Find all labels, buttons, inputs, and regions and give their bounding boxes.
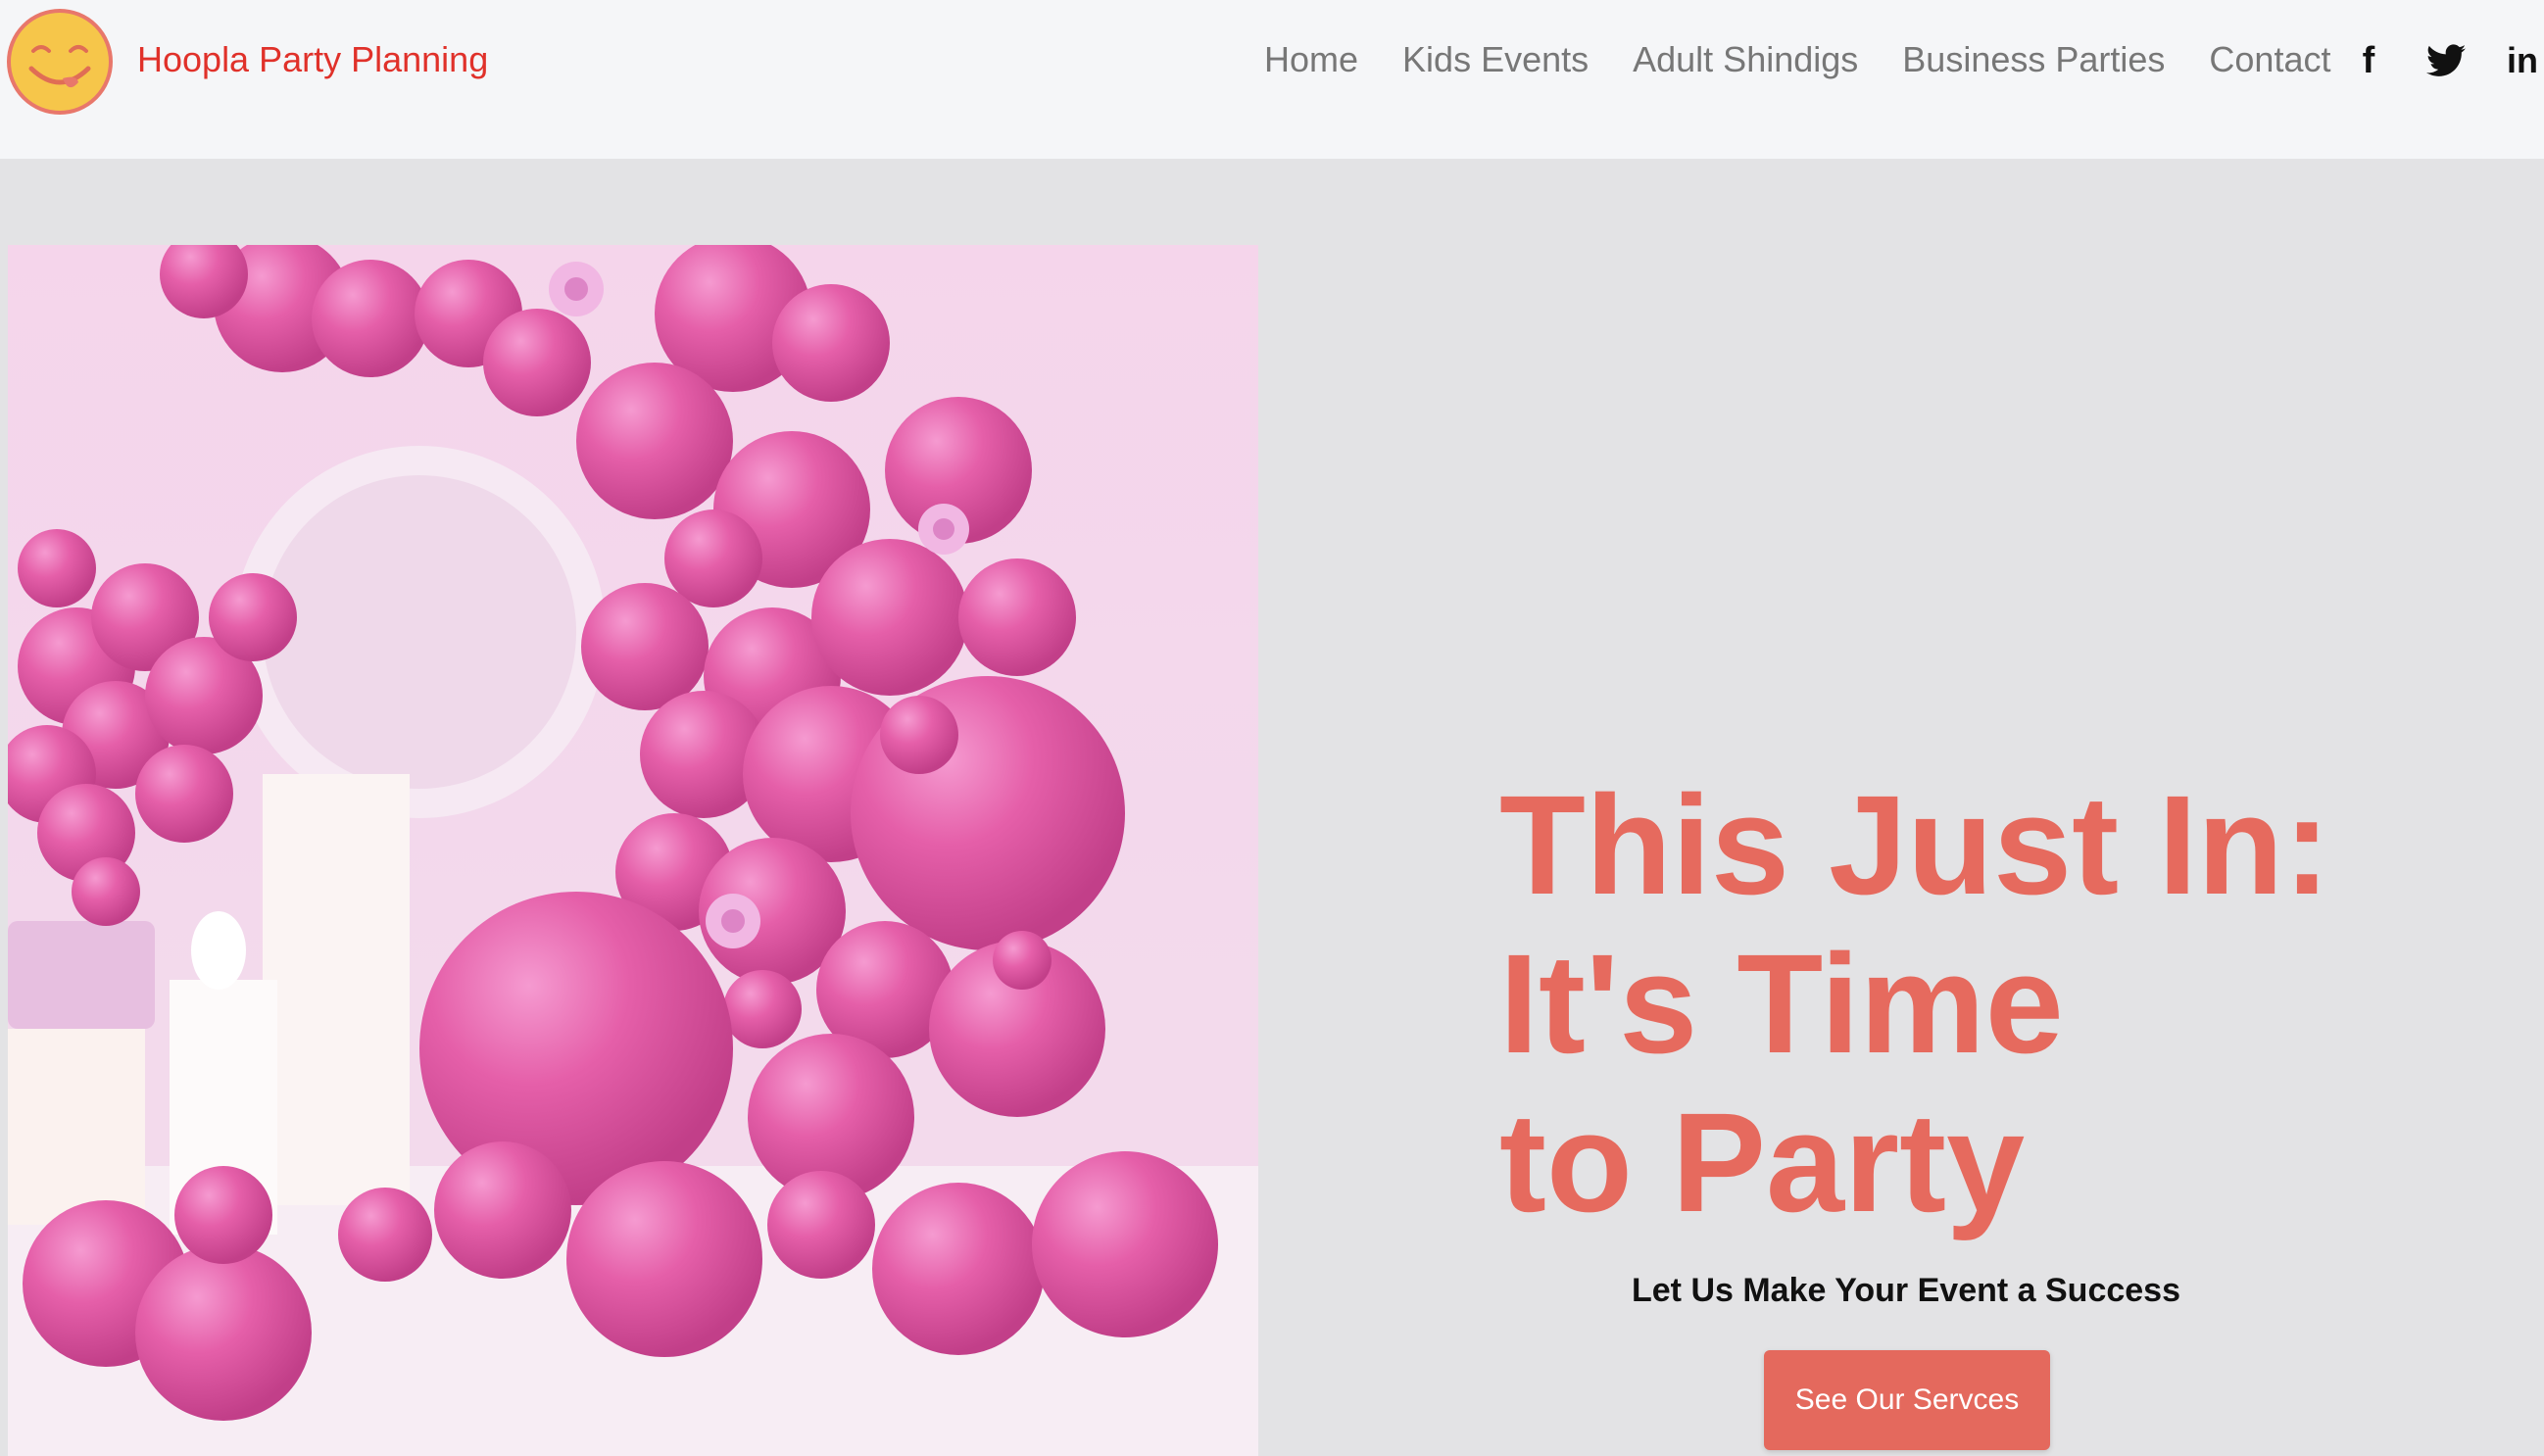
- headline-line-2: It's Time: [1499, 925, 2064, 1083]
- nav-item-contact[interactable]: Contact: [2209, 39, 2330, 80]
- nav-item-kids-events[interactable]: Kids Events: [1402, 39, 1589, 80]
- pink-balloon-arch-image: [8, 245, 1258, 1456]
- smiley-logo-icon[interactable]: [6, 8, 114, 116]
- main-nav: Home Kids Events Adult Shindigs Business…: [1264, 39, 2374, 80]
- see-services-button[interactable]: See Our Servces: [1764, 1350, 2050, 1450]
- hero-image: [8, 245, 1258, 1456]
- linkedin-icon[interactable]: in: [2503, 40, 2542, 80]
- hero-tagline: Let Us Make Your Event a Success: [1632, 1272, 2180, 1309]
- hero-headline: This Just In: It's Time to Party: [1499, 766, 2519, 1242]
- twitter-icon[interactable]: [2424, 41, 2468, 80]
- headline-line-1: This Just In:: [1499, 766, 2331, 924]
- nav-item-business-parties[interactable]: Business Parties: [1902, 39, 2165, 80]
- headline-line-3: to Party: [1499, 1084, 2026, 1241]
- brand-name[interactable]: Hoopla Party Planning: [137, 39, 488, 80]
- facebook-icon[interactable]: f: [2352, 40, 2385, 81]
- nav-item-home[interactable]: Home: [1264, 39, 1358, 80]
- nav-item-adult-shindigs[interactable]: Adult Shindigs: [1633, 39, 1858, 80]
- site-header: Hoopla Party Planning Home Kids Events A…: [0, 0, 2544, 159]
